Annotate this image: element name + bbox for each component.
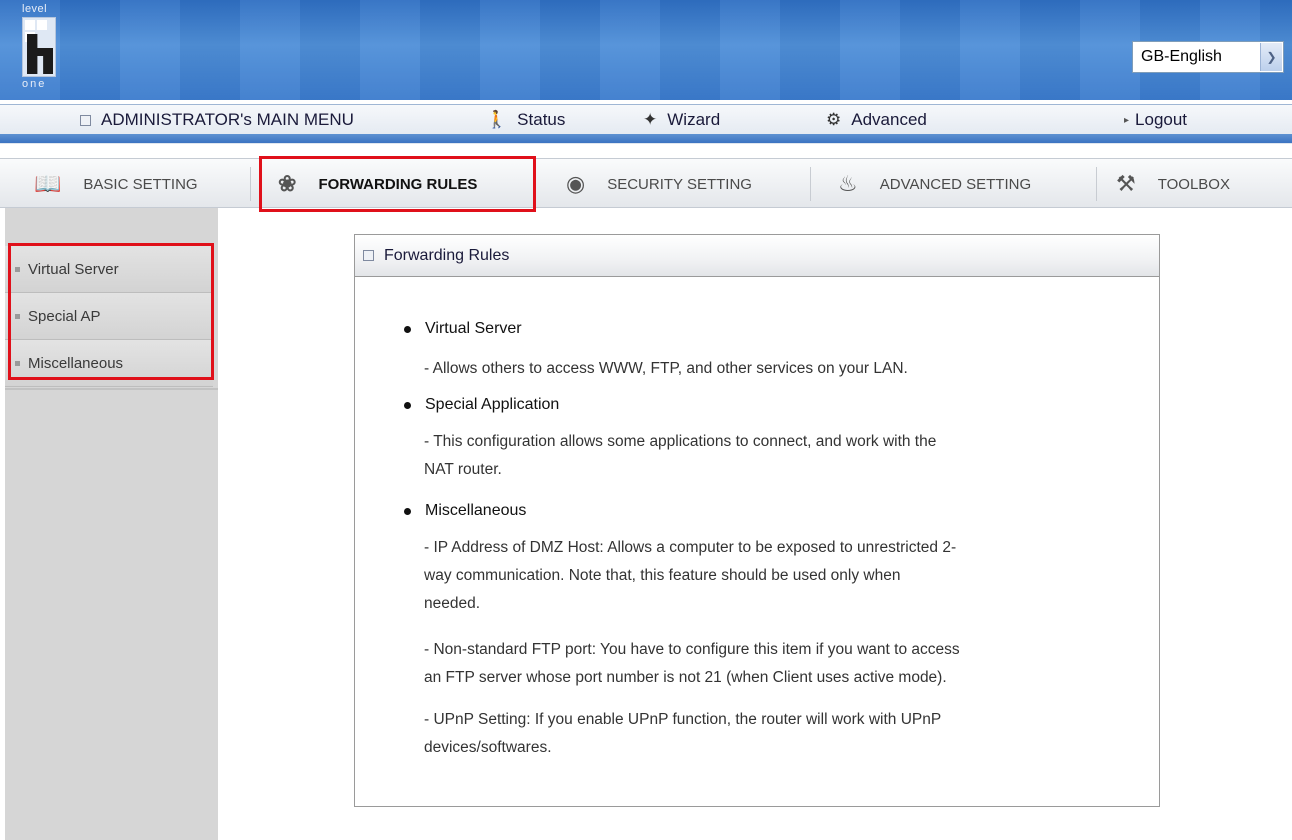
menu-advanced[interactable]: ⚙ Advanced	[826, 107, 927, 133]
description-line: Non-standard FTP port: You have to confi…	[433, 641, 960, 658]
bullet-icon	[404, 401, 411, 409]
logo-mark	[22, 17, 56, 77]
section-heading: Virtual Server	[404, 320, 522, 338]
tab-toolbox-label: TOOLBOX	[1157, 175, 1230, 193]
menu-status-label: Status	[517, 110, 566, 129]
main-menu-title-label: ADMINISTRATOR's MAIN MENU	[101, 110, 354, 129]
book-icon: 📖	[34, 171, 62, 196]
highlight-box	[259, 156, 536, 212]
section-description: - Allows others to access WWW, FTP, and …	[424, 360, 908, 377]
highlight-box	[8, 243, 214, 380]
wizard-icon: ✦	[643, 110, 658, 129]
tab-security-setting[interactable]: ◉ SECURITY SETTING	[566, 159, 752, 209]
section-heading-label: Miscellaneous	[425, 502, 527, 519]
tab-divider	[250, 167, 251, 201]
tab-security-setting-label: SECURITY SETTING	[607, 175, 752, 193]
description-line: way communication. Note that, this featu…	[424, 567, 901, 584]
main-menu-title[interactable]: ADMINISTRATOR's MAIN MENU	[80, 107, 354, 133]
section-description: - This configuration allows some applica…	[424, 433, 937, 478]
arrow-right-icon: ▸	[1124, 114, 1130, 126]
chevron-down-icon[interactable]: ❯	[1260, 43, 1282, 71]
menu-status[interactable]: 🚶 Status	[486, 107, 565, 133]
advanced-icon: ⚙	[826, 110, 842, 129]
panel-title: Forwarding Rules	[384, 246, 510, 264]
tab-divider	[810, 167, 811, 201]
tab-basic-setting[interactable]: 📖 BASIC SETTING	[34, 159, 198, 209]
section-heading: Miscellaneous	[404, 502, 526, 520]
tab-advanced-setting-label: ADVANCED SETTING	[879, 175, 1032, 193]
advanced-icon: ♨	[838, 171, 858, 196]
menu-logout-label: Logout	[1135, 110, 1188, 129]
tab-basic-setting-label: BASIC SETTING	[83, 175, 198, 193]
language-select[interactable]: GB-English ❯	[1132, 41, 1284, 73]
description-line: needed.	[424, 595, 481, 612]
description-line: UPnP Setting: If you enable UPnP functio…	[433, 711, 942, 728]
section-description: - IP Address of DMZ Host: Allows a compu…	[424, 539, 957, 612]
section-heading-label: Virtual Server	[425, 320, 522, 337]
logo-top-text: level	[22, 3, 48, 15]
description-line: This configuration allows some applicati…	[433, 433, 937, 450]
bullet-icon	[404, 507, 411, 515]
toolbox-icon: ⚒	[1116, 171, 1136, 196]
levelone-logo: level one	[22, 4, 58, 92]
tab-divider	[1096, 167, 1097, 201]
menu-logout[interactable]: ▸ Logout	[1124, 107, 1187, 133]
menu-wizard[interactable]: ✦ Wizard	[643, 107, 720, 133]
description-line: NAT router.	[424, 461, 502, 478]
section-heading: Special Application	[404, 396, 559, 414]
description-line: IP Address of DMZ Host: Allows a compute…	[433, 539, 957, 556]
menu-advanced-label: Advanced	[851, 110, 927, 129]
description-line: devices/softwares.	[424, 739, 552, 756]
section-description: - Non-standard FTP port: You have to con…	[424, 641, 960, 686]
sidebar-divider	[5, 388, 218, 390]
header-banner: level one GB-English ❯	[0, 0, 1292, 100]
logo-bottom-text: one	[22, 78, 47, 90]
square-icon	[80, 114, 91, 126]
description-line: an FTP server whose port number is not 2…	[424, 669, 947, 686]
bullet-icon	[404, 325, 411, 333]
person-icon: 🚶	[486, 110, 508, 129]
description-line: Allows others to access WWW, FTP, and ot…	[432, 360, 908, 377]
security-icon: ◉	[566, 171, 586, 196]
main-menu-bar: ADMINISTRATOR's MAIN MENU 🚶 Status ✦ Wiz…	[0, 104, 1292, 144]
panel-header: Forwarding Rules	[355, 235, 1159, 277]
section-description: - UPnP Setting: If you enable UPnP funct…	[424, 711, 942, 756]
tab-advanced-setting[interactable]: ♨ ADVANCED SETTING	[838, 159, 1031, 209]
menu-wizard-label: Wizard	[667, 110, 721, 129]
language-selected-value: GB-English	[1141, 48, 1222, 65]
section-heading-label: Special Application	[425, 396, 560, 413]
category-tab-bar: 📖 BASIC SETTING ❀ FORWARDING RULES ◉ SEC…	[0, 158, 1292, 208]
tab-toolbox[interactable]: ⚒ TOOLBOX	[1116, 159, 1230, 209]
square-icon	[363, 250, 374, 261]
